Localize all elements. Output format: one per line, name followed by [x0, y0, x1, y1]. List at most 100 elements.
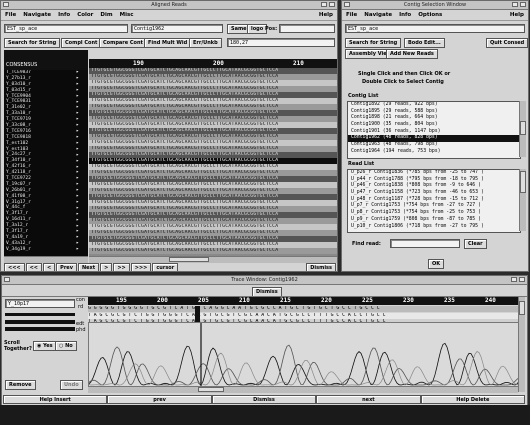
trace-bottom-dismiss-button[interactable]: Dismiss: [211, 395, 317, 404]
alignment-view[interactable]: 190 200 210 TTGTGCGTGGCGGGTCGATGCATCTGCA…: [89, 59, 337, 256]
trace-vscroll[interactable]: [518, 297, 525, 392]
nav-forward-page-button[interactable]: >>: [113, 263, 130, 271]
menu-color[interactable]: Color: [77, 12, 93, 18]
trace-hscroll-thumb[interactable]: [198, 387, 224, 392]
database-field[interactable]: EST_sp_ace: [4, 24, 128, 33]
nav-back-page-button[interactable]: <<: [25, 263, 42, 271]
minimize-icon[interactable]: [511, 277, 517, 282]
contig-database-field[interactable]: EST_sp_ace: [345, 24, 525, 33]
nav-first-button[interactable]: <<<: [4, 263, 25, 271]
read-list-vscroll[interactable]: [519, 169, 526, 231]
cursor-button[interactable]: cursor: [152, 263, 179, 271]
undo-button[interactable]: Undo: [60, 380, 83, 390]
scroll-no-radio[interactable]: ○ No: [55, 341, 77, 351]
clear-button[interactable]: Clear: [464, 239, 487, 249]
no-label: No: [65, 343, 73, 349]
menu-file[interactable]: File: [5, 12, 16, 18]
read-list-item[interactable]: U_p26_r Contig1836 (*785 bps from -25 to…: [348, 170, 520, 177]
alignment-hscroll[interactable]: [89, 256, 337, 263]
trace-curve-a: [89, 342, 519, 386]
nav-forward-button[interactable]: >: [100, 263, 113, 271]
contig-list-item[interactable]: Contig1963 (48 reads, 798 bps): [348, 142, 520, 149]
find-mult-wid-button[interactable]: Find Mult Wid: [144, 38, 192, 48]
nav-prev-button[interactable]: Prev: [56, 263, 77, 271]
menu-help[interactable]: Help: [510, 12, 524, 18]
trace-ruler-tick: 215: [280, 297, 291, 304]
contig-list-item[interactable]: Contig1900 (35 reads, 804 bps): [348, 122, 520, 129]
ruler-tick-200: 200: [213, 60, 224, 67]
trace-read-bar: [5, 320, 75, 324]
row-label-phd: phd: [76, 327, 86, 333]
trace-vscroll-thumb[interactable]: [519, 301, 525, 315]
minimize-icon[interactable]: [512, 2, 518, 7]
remove-button[interactable]: Remove: [5, 380, 36, 390]
read-list-item[interactable]: U_p8_r Contig1753 (*754 bps from -25 to …: [348, 210, 520, 217]
names-hscroll[interactable]: [4, 256, 88, 263]
contig-field[interactable]: Contig1962: [131, 24, 223, 33]
menu-file[interactable]: File: [346, 12, 357, 18]
minimize-icon[interactable]: [321, 2, 327, 7]
nav-back-button[interactable]: <: [42, 263, 56, 271]
quit-consed-button[interactable]: Quit Consed: [486, 38, 528, 48]
window-menu-icon[interactable]: [3, 2, 9, 7]
menu-navigate[interactable]: Navigate: [364, 12, 392, 18]
contig-list-vscroll[interactable]: [519, 101, 526, 157]
help-delete-button[interactable]: Help Delete: [420, 395, 526, 404]
chromatogram-view[interactable]: [88, 322, 520, 388]
read-list-item[interactable]: U_p10_r Contig1806 (*718 bps from -27 to…: [348, 224, 520, 231]
window-menu-icon[interactable]: [4, 277, 10, 282]
position-field[interactable]: 180,27: [227, 38, 335, 47]
maximize-icon[interactable]: [520, 2, 526, 7]
compare-cont-button[interactable]: Compare Cont: [99, 38, 147, 48]
menu-info[interactable]: Info: [399, 12, 411, 18]
next-button[interactable]: next: [316, 395, 421, 404]
sequence-row[interactable]: TTGTGCGTGGCGGGTCGATGCATCTGCAGCAACGTTGCCC…: [89, 248, 337, 254]
read-list-scroll-thumb[interactable]: [520, 171, 526, 193]
nav-last-button[interactable]: >>>: [130, 263, 152, 271]
menu-info[interactable]: Info: [58, 12, 70, 18]
trace-ruler-tick: 195: [116, 297, 127, 304]
menu-help[interactable]: Help: [319, 12, 333, 18]
trace-titlebar[interactable]: Trace Window: Contig1962: [2, 276, 527, 285]
contig-titlebar[interactable]: Contig Selection Window: [342, 1, 528, 10]
add-new-reads-button[interactable]: Add New Reads: [386, 49, 438, 59]
window-menu-icon[interactable]: [344, 2, 350, 7]
nav-next-button[interactable]: Next: [77, 263, 100, 271]
pos-field[interactable]: [279, 24, 335, 33]
contig-list-scroll-thumb[interactable]: [520, 121, 526, 135]
read-list[interactable]: U_p26_r Contig1836 (*785 bps from -25 to…: [347, 169, 521, 233]
err-unkb-button[interactable]: Err/Unkb: [189, 38, 222, 48]
aligned-reads-titlebar[interactable]: Aligned Reads: [1, 1, 337, 10]
search-string-button[interactable]: Search for String: [4, 38, 61, 48]
bodo-edit-button[interactable]: Bodo Edit...: [404, 38, 445, 48]
menu-navigate[interactable]: Navigate: [23, 12, 51, 18]
contig-list-item[interactable]: Contig1892 (29 reads, 922 bps): [348, 102, 520, 109]
aligned-dismiss-button[interactable]: Dismiss: [306, 263, 336, 271]
scroll-yes-radio[interactable]: ◉ Yes: [33, 341, 57, 351]
read-name-item[interactable]: V_34g19_r: [4, 247, 76, 253]
contig-search-button[interactable]: Search for String: [345, 38, 402, 48]
contig-list[interactable]: Contig1892 (29 reads, 922 bps) Contig1895…: [347, 101, 521, 159]
ok-button[interactable]: OK: [428, 259, 445, 269]
trace-ruler-tick: 235: [444, 297, 455, 304]
menu-misc[interactable]: Misc: [120, 12, 134, 18]
instruction-line-2: Double Click to Select Contig: [362, 79, 444, 85]
menu-options[interactable]: Options: [418, 12, 442, 18]
window-title: Trace Window: Contig1962: [231, 277, 298, 283]
maximize-icon[interactable]: [519, 277, 525, 282]
trace-read-name: Y_10p17: [5, 299, 75, 308]
find-read-input[interactable]: [390, 239, 460, 248]
prev-button[interactable]: prev: [107, 395, 212, 404]
find-read-label: Find read:: [352, 241, 381, 247]
compl-cont-button[interactable]: Compl Cont: [61, 38, 102, 48]
read-names-list[interactable]: T_TCE9837 Y_27b13_r Y_03d10_r T_03d15_r Y_TC…: [4, 70, 76, 256]
maximize-icon[interactable]: [329, 2, 335, 7]
hscroll-thumb[interactable]: [169, 257, 209, 262]
contig-list-item[interactable]: Contig1964 (194 reads, 753 bps): [348, 149, 520, 156]
menu-dim[interactable]: Dim: [100, 12, 112, 18]
read-list-item[interactable]: U_p9_r Contig1759 (*808 bps from -87 to …: [348, 217, 520, 224]
trace-hscroll[interactable]: [88, 386, 518, 393]
help-insert-button[interactable]: Help Insert: [3, 395, 108, 404]
trace-read-bar-2: [5, 327, 75, 331]
read-list-item[interactable]: U_p47_r Contig1158 (*723 bps from -46 to…: [348, 190, 520, 197]
